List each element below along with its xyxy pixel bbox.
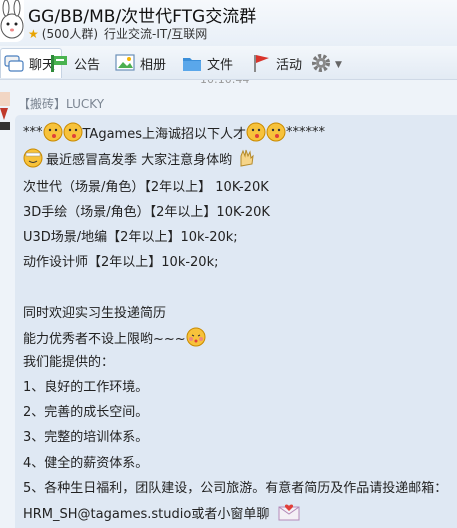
message-timestamp: 10:10:44 (200, 80, 249, 86)
message-line: 同时欢迎实习生投递简历 (23, 306, 167, 321)
star-icon: ★ (28, 26, 39, 41)
sender-name[interactable]: 【搬砖】LUCKY (18, 95, 104, 112)
tab-activity[interactable]: 活动 (250, 48, 302, 78)
tab-files[interactable]: 文件 (181, 48, 233, 78)
window-header: GG/BB/MB/次世代FTG交流群 ★ (500人群) 行业交流-IT/互联网 (0, 0, 457, 46)
folder-icon (181, 52, 203, 74)
kiss-emoji-icon (63, 122, 83, 142)
message-line: 能力优秀者不设上限哟~~~ (23, 327, 206, 347)
message-line: 4、健全的薪资体系。 (23, 456, 149, 471)
hand-wave-icon (236, 148, 256, 168)
chevron-down-icon: ▼ (335, 60, 342, 70)
blush-emoji-icon (186, 327, 206, 347)
message-line: 3D手绘（场景/角色）【2年以上】10K-20K (23, 205, 270, 220)
group-title: GG/BB/MB/次世代FTG交流群 (28, 7, 257, 27)
message-line: 动作设计师【2年以上】10k-20k; (23, 255, 219, 270)
tab-announcement[interactable]: 公告 (48, 48, 100, 78)
message-line: HRM_SH@tagames.studio或者小窗单聊 (23, 502, 301, 522)
announcement-icon (48, 52, 70, 74)
member-count: (500人群) (41, 27, 99, 41)
message-line: 3、完整的培训体系。 (23, 430, 149, 445)
chat-icon (3, 53, 25, 75)
message-line: 2、完善的成长空间。 (23, 405, 149, 420)
tab-album-label: 相册 (140, 57, 167, 73)
message-line: 我们能提供的： (23, 355, 115, 370)
album-icon (114, 52, 136, 74)
gear-icon (310, 52, 332, 78)
tab-announcement-label: 公告 (74, 57, 101, 73)
group-info: ★ (500人群) 行业交流-IT/互联网 (28, 25, 207, 42)
love-letter-icon (277, 502, 301, 522)
tab-activity-label: 活动 (276, 57, 303, 73)
tab-files-label: 文件 (207, 57, 234, 73)
message-line: *** TAgames上海诚招以下人才 ****** (23, 122, 325, 142)
message-line: 5、各种生日福利，团队建设，公司旅游。有意者简历及作品请投递邮箱： (23, 481, 448, 496)
kiss-emoji-icon (246, 122, 266, 142)
sender-avatar-fragment (0, 92, 12, 132)
settings-menu[interactable]: ▼ (310, 52, 342, 78)
flag-icon (250, 52, 272, 74)
tab-album[interactable]: 相册 (114, 48, 166, 78)
message-line: 最近感冒高发季 大家注意身体哟 (23, 148, 256, 168)
kiss-emoji-icon (43, 122, 63, 142)
sick-face-icon (23, 148, 43, 168)
message-line: 次世代（场景/角色）【2年以上】 10K-20K (23, 180, 269, 195)
kiss-emoji-icon (266, 122, 286, 142)
group-avatar[interactable] (0, 0, 24, 42)
message-line: U3D场景/地编【2年以上】10k-20k; (23, 230, 238, 245)
group-category[interactable]: 行业交流-IT/互联网 (104, 25, 207, 42)
toolbar: 聊天 公告 相册 文件 活动 ▼ (0, 46, 457, 80)
message-line: 1、良好的工作环境。 (23, 380, 149, 395)
